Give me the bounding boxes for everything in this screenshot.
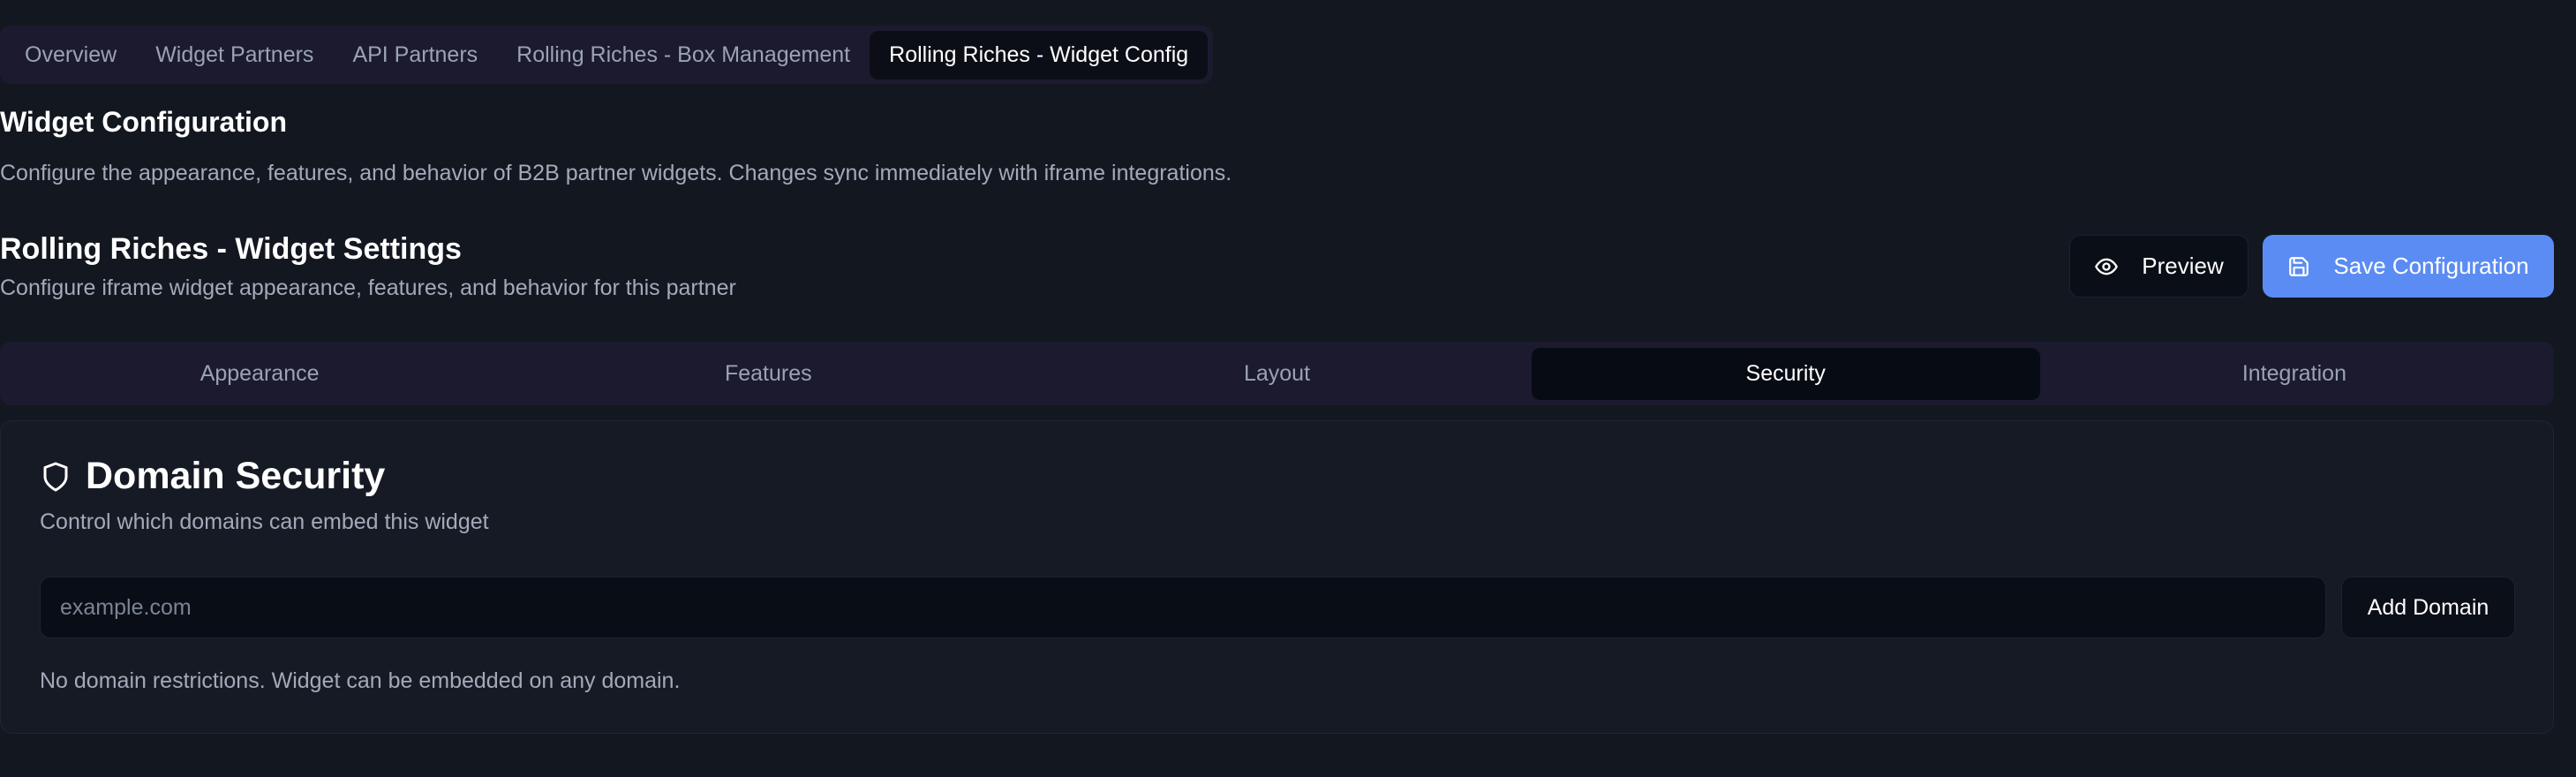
domain-restriction-note: No domain restrictions. Widget can be em… [40, 668, 681, 693]
save-configuration-button[interactable]: Save Configuration [2263, 235, 2554, 298]
shield-icon [40, 461, 72, 493]
eye-icon [2094, 254, 2119, 279]
tab-overview[interactable]: Overview [5, 31, 136, 79]
page-title: Widget Configuration [0, 106, 287, 138]
preview-button[interactable]: Preview [2069, 235, 2248, 298]
tab-features[interactable]: Features [514, 348, 1022, 400]
tab-api-partners[interactable]: API Partners [333, 31, 497, 79]
settings-tabs: Appearance Features Layout Security Inte… [0, 342, 2554, 405]
section-title: Rolling Riches - Widget Settings [0, 232, 462, 266]
preview-label: Preview [2142, 253, 2224, 279]
tab-widget-config[interactable]: Rolling Riches - Widget Config [870, 30, 1209, 79]
save-label: Save Configuration [2333, 253, 2529, 279]
card-title: Domain Security [86, 455, 386, 497]
card-description: Control which domains can embed this wid… [40, 509, 489, 534]
card-header: Domain Security [40, 455, 385, 498]
tab-widget-partners[interactable]: Widget Partners [136, 31, 333, 79]
tab-box-management[interactable]: Rolling Riches - Box Management [497, 31, 870, 79]
add-domain-button[interactable]: Add Domain [2341, 577, 2515, 638]
domain-input[interactable] [40, 577, 2326, 638]
tab-integration[interactable]: Integration [2040, 348, 2549, 400]
save-icon [2287, 255, 2310, 278]
tab-appearance[interactable]: Appearance [5, 348, 514, 400]
domain-security-card: Domain Security Control which domains ca… [0, 420, 2554, 734]
tab-layout[interactable]: Layout [1022, 348, 1531, 400]
tab-security[interactable]: Security [1531, 347, 2040, 400]
section-description: Configure iframe widget appearance, feat… [0, 275, 736, 300]
page-description: Configure the appearance, features, and … [0, 161, 1232, 185]
top-nav-tabs: Overview Widget Partners API Partners Ro… [0, 26, 1214, 84]
